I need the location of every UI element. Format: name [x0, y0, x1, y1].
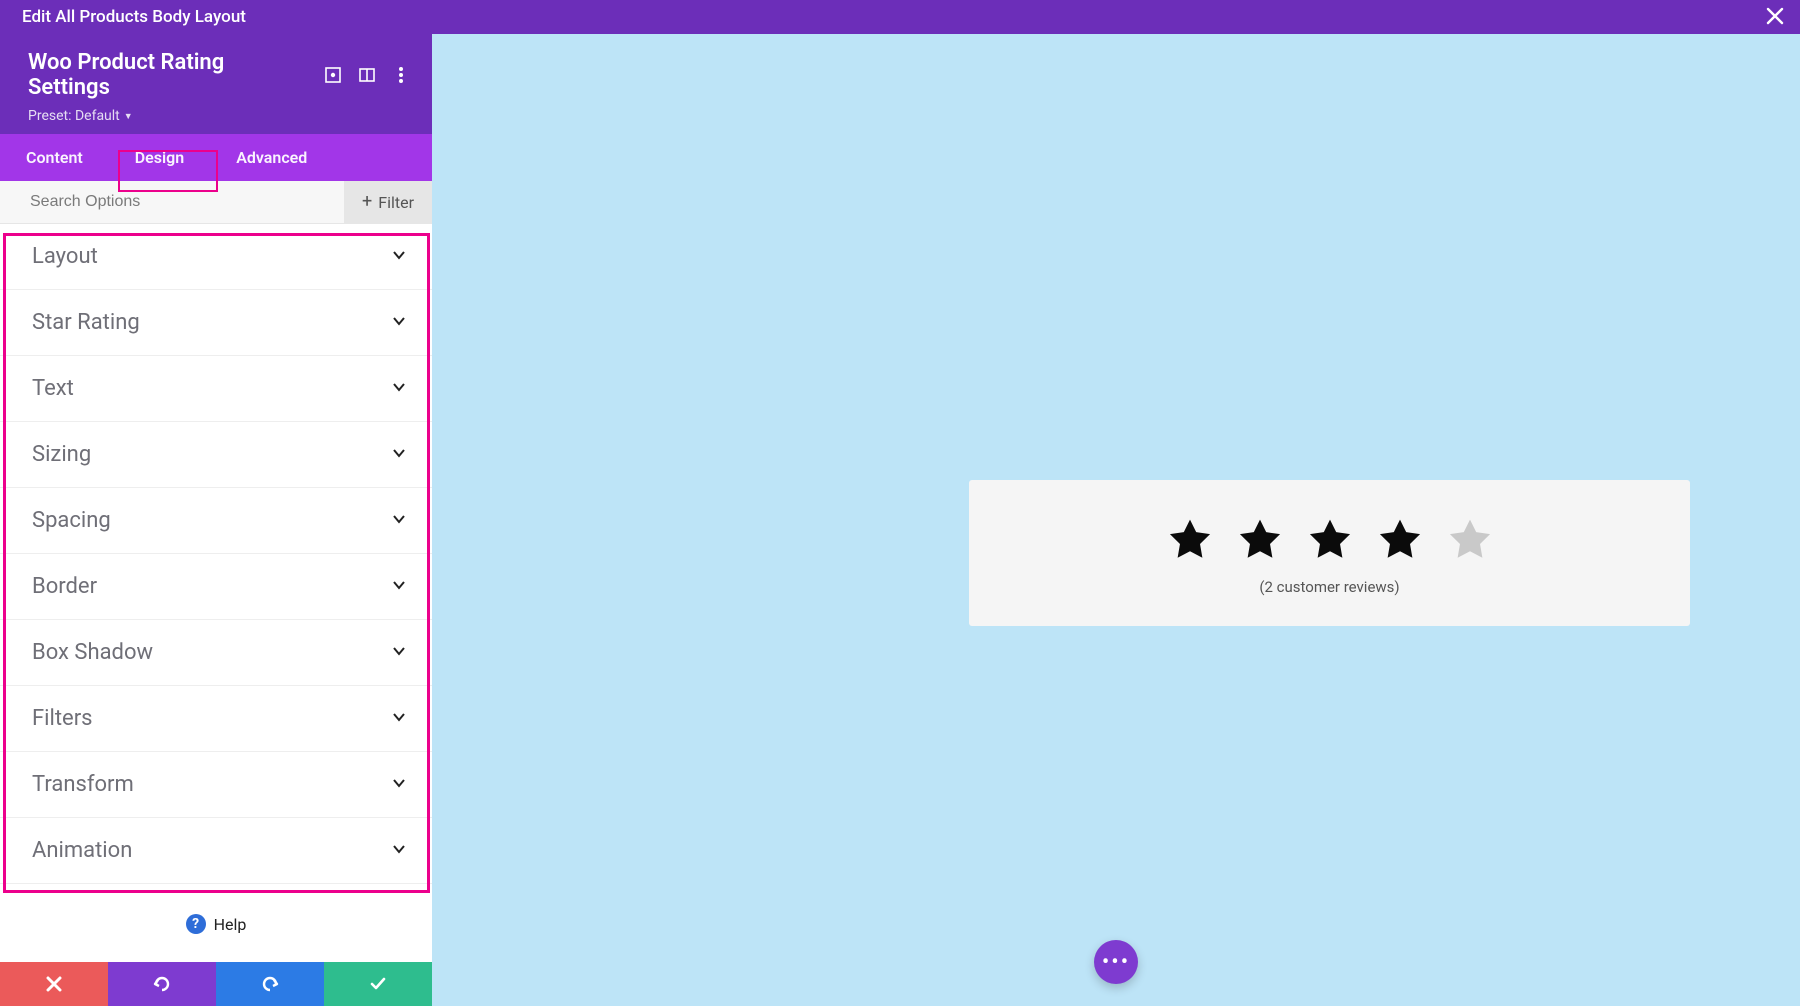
section-label: Text: [32, 376, 74, 401]
columns-icon[interactable]: [358, 66, 376, 84]
panel-header: Woo Product Rating Settings Preset: Defa…: [0, 34, 432, 134]
footer-actions: [0, 962, 432, 1006]
section-animation[interactable]: Animation: [0, 818, 432, 884]
chevron-down-icon: [392, 841, 406, 860]
chevron-down-icon: [392, 313, 406, 332]
section-transform[interactable]: Transform: [0, 752, 432, 818]
chevron-down-icon: [392, 709, 406, 728]
star-icon: [1376, 516, 1424, 564]
caret-down-icon: ▼: [124, 111, 133, 122]
section-label: Filters: [32, 706, 93, 731]
section-label: Transform: [32, 772, 134, 797]
section-border[interactable]: Border: [0, 554, 432, 620]
star-icon: [1166, 516, 1214, 564]
reviews-count-text: (2 customer reviews): [1009, 578, 1650, 596]
preset-dropdown[interactable]: Preset: Default ▼: [28, 108, 410, 124]
filter-label: Filter: [378, 193, 414, 212]
star-row: [1009, 516, 1650, 564]
section-label: Box Shadow: [32, 640, 153, 665]
section-label: Layout: [32, 244, 98, 269]
tab-design[interactable]: Design: [109, 134, 210, 181]
chevron-down-icon: [392, 445, 406, 464]
help-link[interactable]: ? Help: [0, 892, 432, 962]
chevron-down-icon: [392, 577, 406, 596]
help-icon: ?: [186, 914, 206, 934]
help-label: Help: [214, 915, 247, 934]
close-icon[interactable]: [1766, 4, 1784, 30]
section-label: Star Rating: [32, 310, 140, 335]
chevron-down-icon: [392, 775, 406, 794]
rating-preview-card: (2 customer reviews): [969, 480, 1690, 626]
chevron-down-icon: [392, 511, 406, 530]
plus-icon: +: [362, 193, 372, 211]
section-text[interactable]: Text: [0, 356, 432, 422]
more-icon[interactable]: [392, 66, 410, 84]
topbar: Edit All Products Body Layout: [0, 0, 1800, 34]
save-button[interactable]: [324, 962, 432, 1006]
section-spacing[interactable]: Spacing: [0, 488, 432, 554]
section-label: Sizing: [32, 442, 91, 467]
fab-more-button[interactable]: •••: [1094, 940, 1138, 984]
preset-label: Preset: Default: [28, 108, 120, 124]
chevron-down-icon: [392, 643, 406, 662]
settings-sidebar: Woo Product Rating Settings Preset: Defa…: [0, 34, 432, 1006]
section-box-shadow[interactable]: Box Shadow: [0, 620, 432, 686]
star-empty-icon: [1446, 516, 1494, 564]
filter-button[interactable]: + Filter: [344, 181, 432, 223]
section-label: Animation: [32, 838, 132, 863]
section-star-rating[interactable]: Star Rating: [0, 290, 432, 356]
preview-canvas: (2 customer reviews): [432, 34, 1800, 1006]
star-icon: [1306, 516, 1354, 564]
topbar-title: Edit All Products Body Layout: [22, 7, 246, 27]
undo-button[interactable]: [108, 962, 216, 1006]
focus-icon[interactable]: [324, 66, 342, 84]
redo-button[interactable]: [216, 962, 324, 1006]
section-layout[interactable]: Layout: [0, 224, 432, 290]
tab-advanced[interactable]: Advanced: [210, 134, 333, 181]
tabs: Content Design Advanced: [0, 134, 432, 181]
panel-title: Woo Product Rating Settings: [28, 50, 308, 100]
search-input[interactable]: [0, 181, 344, 223]
section-label: Spacing: [32, 508, 111, 533]
search-row: + Filter: [0, 181, 432, 224]
section-list: Layout Star Rating Text Sizing Spacing B…: [0, 224, 432, 892]
section-sizing[interactable]: Sizing: [0, 422, 432, 488]
cancel-button[interactable]: [0, 962, 108, 1006]
section-label: Border: [32, 574, 97, 599]
tab-content[interactable]: Content: [0, 134, 109, 181]
chevron-down-icon: [392, 379, 406, 398]
star-icon: [1236, 516, 1284, 564]
section-filters[interactable]: Filters: [0, 686, 432, 752]
ellipsis-icon: •••: [1102, 950, 1130, 975]
chevron-down-icon: [392, 247, 406, 266]
